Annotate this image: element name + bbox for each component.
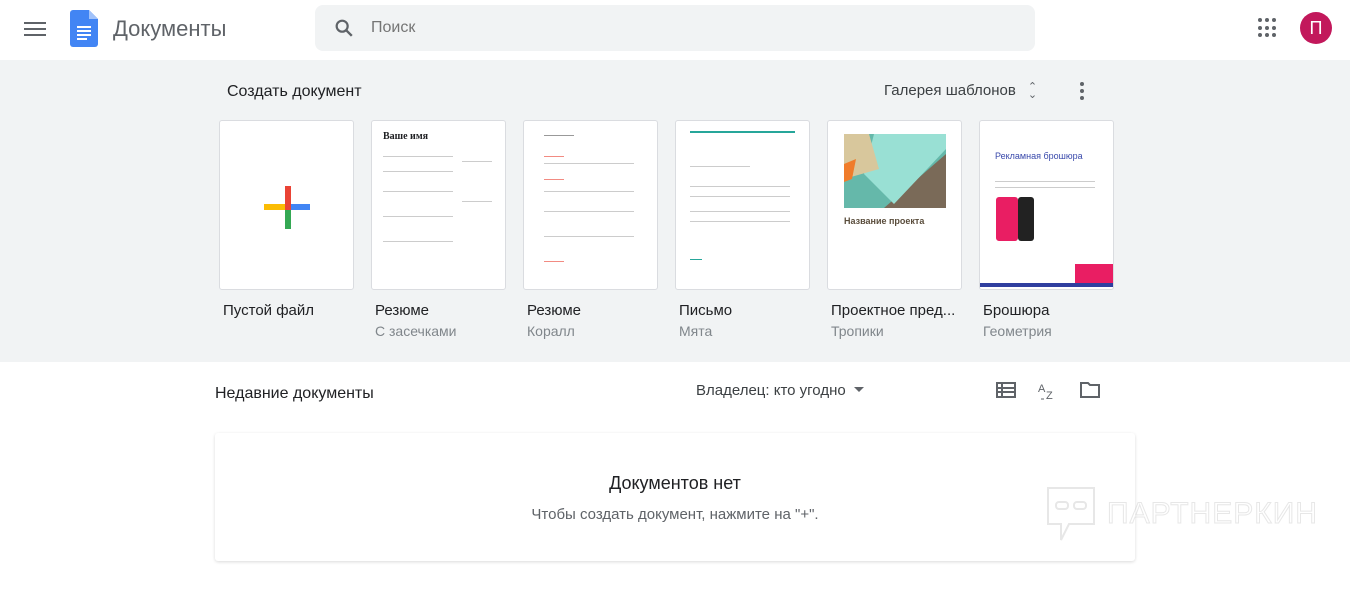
sort-az-icon[interactable]: AZ xyxy=(1037,380,1059,402)
plus-icon xyxy=(264,186,310,229)
template-name: Резюме xyxy=(375,302,429,319)
template-gallery-label: Галерея шаблонов xyxy=(884,82,1016,99)
owner-filter-label: Владелец: кто угодно xyxy=(696,382,846,399)
search-icon[interactable] xyxy=(333,17,355,39)
app-title[interactable]: Документы xyxy=(113,16,226,42)
template-subtitle: Геометрия xyxy=(983,323,1052,339)
template-letter-mint[interactable]: Письмо Мята xyxy=(675,120,811,339)
top-bar: Документы П xyxy=(0,0,1366,60)
search-input[interactable] xyxy=(371,5,1011,51)
template-thumbnail[interactable] xyxy=(219,120,354,290)
template-name: Брошюра xyxy=(983,302,1050,319)
template-name: Письмо xyxy=(679,302,733,319)
template-name: Резюме xyxy=(527,302,581,319)
thumb-heading: Ваше имя xyxy=(383,131,429,142)
thumb-heading: Название проекта xyxy=(844,216,925,226)
create-document-label: Создать документ xyxy=(227,83,362,100)
recent-documents-title: Недавние документы xyxy=(215,385,374,402)
google-apps-icon[interactable] xyxy=(1258,18,1278,38)
template-thumbnail[interactable] xyxy=(675,120,810,290)
empty-state-card: Документов нет Чтобы создать документ, н… xyxy=(215,433,1135,561)
watermark-text: ПАРТНЕРКИН xyxy=(1107,497,1318,531)
template-resume-coral[interactable]: Резюме Коралл xyxy=(523,120,659,339)
template-subtitle: Мята xyxy=(679,323,713,339)
main-menu-icon[interactable] xyxy=(24,18,46,40)
owner-filter-dropdown[interactable]: Владелец: кто угодно xyxy=(696,382,864,399)
template-subtitle: Тропики xyxy=(831,323,884,339)
account-avatar[interactable]: П xyxy=(1300,12,1332,44)
watermark-logo-icon xyxy=(1047,487,1095,541)
empty-state-subtitle: Чтобы создать документ, нажмите на "+". xyxy=(531,506,819,523)
watermark: ПАРТНЕРКИН xyxy=(1045,485,1318,543)
template-name: Проектное пред... xyxy=(831,302,956,319)
template-name: Пустой файл xyxy=(223,302,315,319)
template-thumbnail[interactable]: Рекламная брошюра xyxy=(979,120,1114,290)
template-thumbnail[interactable]: Ваше имя xyxy=(371,120,506,290)
dropdown-arrow-icon xyxy=(853,387,864,397)
template-subtitle: Коралл xyxy=(527,323,575,339)
template-subtitle: С засечками xyxy=(375,323,457,339)
template-brochure-geometry[interactable]: Рекламная брошюра Брошюра Геометрия xyxy=(979,120,1115,339)
template-project-tropics[interactable]: Название проекта Проектное пред... Тропи… xyxy=(827,120,963,339)
template-gallery-button[interactable]: Галерея шаблонов ⌃ ⌄ xyxy=(884,81,1038,102)
thumb-heading: Рекламная брошюра xyxy=(995,151,1083,161)
search-bar[interactable] xyxy=(315,5,1035,51)
empty-state-title: Документов нет xyxy=(609,473,741,493)
svg-text:Z: Z xyxy=(1046,390,1053,402)
template-blank[interactable]: Пустой файл xyxy=(219,120,355,319)
project-cover-image xyxy=(844,134,946,208)
folder-icon[interactable] xyxy=(1079,380,1101,400)
template-gallery: Создать документ Галерея шаблонов ⌃ ⌄ Пуст… xyxy=(0,60,1350,362)
template-resume-serif[interactable]: Ваше имя Резюме С засечками xyxy=(371,120,507,339)
unfold-icon: ⌃ ⌄ xyxy=(1027,81,1038,102)
docs-logo-icon[interactable] xyxy=(70,10,98,47)
more-options-icon[interactable] xyxy=(1080,82,1084,103)
svg-text:A: A xyxy=(1038,383,1046,395)
list-view-icon[interactable] xyxy=(996,380,1016,400)
template-thumbnail[interactable]: Название проекта xyxy=(827,120,962,290)
template-thumbnail[interactable] xyxy=(523,120,658,290)
